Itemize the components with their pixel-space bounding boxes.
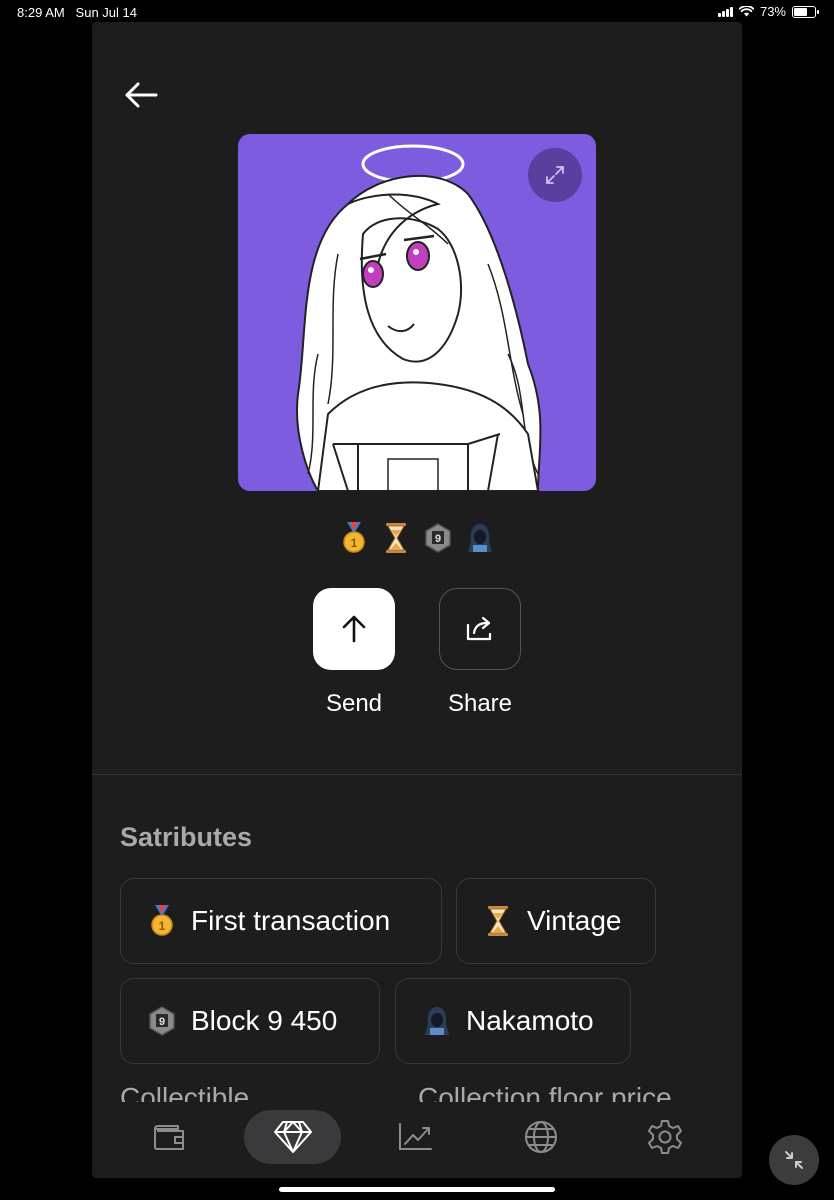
block-9-hexagon-icon: 9 (147, 1005, 177, 1037)
hooded-figure-icon (466, 522, 494, 554)
status-date: Sun Jul 14 (75, 5, 137, 20)
tab-stats[interactable] (382, 1110, 448, 1164)
globe-icon (525, 1121, 557, 1153)
block-9-hexagon-icon: 9 (424, 522, 452, 554)
hourglass-icon (483, 905, 513, 937)
status-indicators: 73% (717, 4, 819, 19)
diamond-icon (273, 1121, 312, 1153)
status-time-date: 8:29 AM Sun Jul 14 (17, 5, 137, 20)
svg-text:9: 9 (435, 534, 442, 546)
collapse-icon (785, 1151, 803, 1169)
arrow-up-icon (342, 615, 366, 643)
inscription-artwork[interactable] (238, 134, 596, 491)
inscription-detail-panel: 1 9 Send Share Satributes 1 First transa… (92, 22, 742, 1178)
arrow-left-icon (125, 82, 158, 108)
send-button[interactable] (313, 588, 395, 670)
first-place-medal-icon: 1 (340, 522, 368, 554)
satribute-chip-block-9450[interactable]: 9 Block 9 450 (120, 978, 380, 1064)
status-time: 8:29 AM (17, 5, 65, 20)
expand-icon (546, 166, 564, 184)
tab-settings[interactable] (632, 1110, 698, 1164)
satributes-title: Satributes (120, 822, 253, 852)
expand-button[interactable] (528, 148, 582, 202)
wifi-icon (738, 6, 754, 17)
bottom-tab-bar (92, 1102, 742, 1178)
cellular-signal-icon (717, 6, 733, 17)
share-label: Share (447, 690, 513, 717)
home-indicator[interactable] (279, 1187, 555, 1192)
svg-text:1: 1 (159, 919, 166, 933)
share-icon (466, 616, 492, 641)
chip-label: Block 9 450 (191, 1005, 338, 1036)
wallet-icon (154, 1125, 184, 1150)
status-bar: 8:29 AM Sun Jul 14 73% (0, 0, 834, 24)
battery-percentage: 73% (759, 4, 786, 19)
satribute-icons-row: 1 9 (92, 522, 742, 554)
first-place-medal-icon: 1 (147, 905, 177, 937)
tab-explore[interactable] (508, 1110, 574, 1164)
collapse-window-button[interactable] (769, 1135, 819, 1185)
svg-text:9: 9 (159, 1017, 166, 1029)
share-button[interactable] (439, 588, 521, 670)
share-action[interactable]: Share (438, 588, 522, 718)
satribute-chip-vintage[interactable]: Vintage (456, 878, 656, 964)
hourglass-icon (382, 522, 410, 554)
send-label: Send (325, 690, 383, 717)
section-divider (92, 774, 742, 775)
action-buttons: Send Share (92, 588, 742, 718)
chip-label: Vintage (527, 905, 622, 936)
chip-label: First transaction (191, 905, 391, 936)
tab-collectibles[interactable] (244, 1110, 341, 1164)
battery-level (794, 7, 808, 16)
satribute-chip-nakamoto[interactable]: Nakamoto (395, 978, 631, 1064)
tab-wallet[interactable] (136, 1110, 202, 1164)
satribute-chip-first-transaction[interactable]: 1 First transaction (120, 878, 442, 964)
send-action[interactable]: Send (312, 588, 396, 718)
gear-icon (648, 1120, 682, 1154)
hooded-figure-icon (422, 1005, 452, 1037)
back-button[interactable] (122, 80, 160, 110)
chip-label: Nakamoto (466, 1005, 594, 1036)
battery-icon (792, 5, 819, 18)
svg-text:1: 1 (351, 536, 358, 550)
chart-icon (399, 1123, 432, 1150)
